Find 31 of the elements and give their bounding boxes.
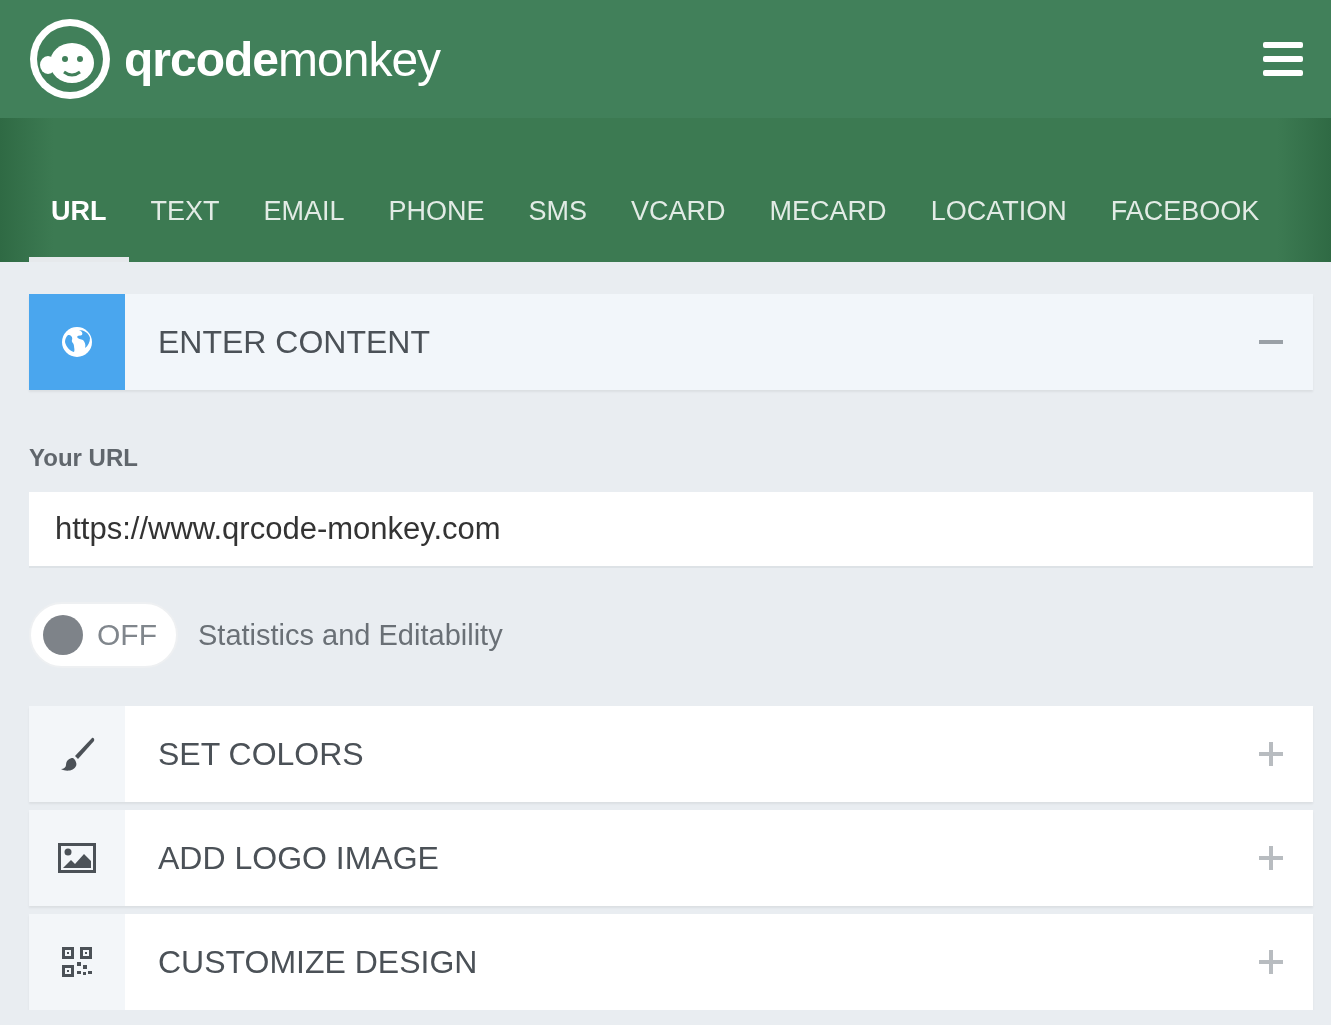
- section-title: SET COLORS: [157, 735, 365, 773]
- globe-icon: [61, 326, 93, 358]
- tab[interactable]: VCARD: [609, 196, 748, 262]
- tab[interactable]: PHONE: [366, 196, 507, 262]
- tab[interactable]: SMS: [506, 196, 610, 262]
- section-header[interactable]: ENTER CONTENT: [29, 294, 1313, 390]
- section-title: ENTER CONTENT: [157, 323, 431, 361]
- section-header[interactable]: CUSTOMIZE DESIGN: [29, 914, 1313, 1010]
- tab[interactable]: TEXT: [128, 196, 242, 262]
- tab[interactable]: URL: [29, 196, 129, 262]
- plus-icon: [1259, 742, 1283, 766]
- plus-icon: [1259, 846, 1283, 870]
- section-header[interactable]: SET COLORS: [29, 706, 1313, 802]
- minus-icon: [1259, 340, 1283, 344]
- plus-icon: [1259, 950, 1283, 974]
- section-title: CUSTOMIZE DESIGN: [157, 943, 479, 981]
- logo-text: qrcodemonkey: [124, 31, 441, 87]
- paintbrush-icon: [59, 736, 95, 772]
- field-label: Your URL: [29, 444, 139, 472]
- tab[interactable]: LOCATION: [908, 196, 1089, 262]
- tab[interactable]: MECARD: [747, 196, 909, 262]
- url-input[interactable]: https://www.qrcode-monkey.com: [29, 492, 1313, 568]
- tab[interactable]: FACEBOOK: [1088, 196, 1282, 262]
- tab[interactable]: EMAIL: [241, 196, 367, 262]
- qr-code-icon: [62, 947, 92, 977]
- toggle-label: Statistics and Editability: [198, 618, 503, 652]
- section-title: ADD LOGO IMAGE: [157, 839, 440, 877]
- menu-button[interactable]: [1263, 42, 1303, 76]
- toggle-switch[interactable]: OFF: [29, 602, 178, 668]
- image-icon: [58, 843, 96, 873]
- section-header[interactable]: ADD LOGO IMAGE: [29, 810, 1313, 906]
